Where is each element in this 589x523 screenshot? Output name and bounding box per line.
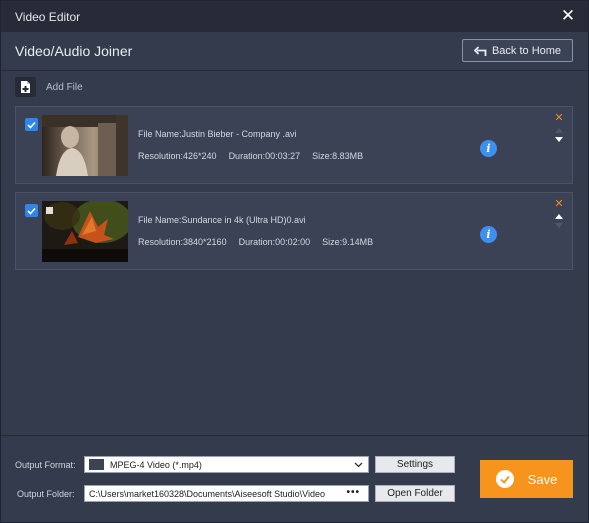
file-resolution: Resolution:426*240 bbox=[138, 151, 217, 161]
settings-label: Settings bbox=[396, 459, 434, 470]
window-title: Video Editor bbox=[15, 10, 81, 24]
add-file-icon bbox=[15, 77, 36, 97]
file-duration: Duration:00:02:00 bbox=[238, 237, 311, 247]
move-up-icon[interactable] bbox=[554, 212, 564, 220]
video-thumbnail bbox=[42, 201, 128, 262]
open-folder-label: Open Folder bbox=[387, 488, 443, 499]
output-folder-value: C:\Users\market160328\Documents\Aiseesof… bbox=[89, 488, 325, 499]
file-resolution: Resolution:3840*2160 bbox=[138, 237, 227, 247]
file-size: Size:9.14MB bbox=[322, 237, 374, 247]
move-down-icon bbox=[555, 223, 563, 228]
file-size: Size:8.83MB bbox=[312, 151, 364, 161]
footer-divider bbox=[1, 435, 588, 436]
file-item: File Name:Sundance in 4k (Ultra HD)0.avi… bbox=[15, 192, 573, 270]
header-divider bbox=[1, 70, 588, 71]
add-file-button[interactable]: Add File bbox=[15, 77, 83, 97]
file-duration: Duration:00:03:27 bbox=[228, 151, 301, 161]
file-name: File Name:Justin Bieber - Company .avi bbox=[138, 129, 297, 139]
close-icon[interactable]: ✕ bbox=[558, 6, 578, 26]
file-item: File Name:Justin Bieber - Company .avi R… bbox=[15, 106, 573, 184]
output-folder-field[interactable]: C:\Users\market160328\Documents\Aiseesof… bbox=[84, 485, 369, 502]
video-format-icon bbox=[89, 459, 104, 470]
output-folder-label: Output Folder: bbox=[17, 489, 75, 499]
output-format-value: MPEG-4 Video (*.mp4) bbox=[110, 459, 202, 470]
save-button[interactable]: Save bbox=[480, 460, 573, 498]
info-icon[interactable]: i bbox=[480, 140, 497, 157]
file-meta: Resolution:3840*2160 Duration:00:02:00 S… bbox=[138, 237, 373, 247]
file-meta: Resolution:426*240 Duration:00:03:27 Siz… bbox=[138, 151, 363, 161]
add-file-label: Add File bbox=[46, 81, 83, 93]
video-thumbnail bbox=[42, 115, 128, 176]
move-down-icon[interactable] bbox=[554, 136, 564, 144]
back-to-home-button[interactable]: Back to Home bbox=[462, 39, 573, 62]
save-label: Save bbox=[527, 471, 558, 487]
back-arrow-icon bbox=[473, 45, 487, 56]
video-editor-window: Video Editor ✕ Video/Audio Joiner Back t… bbox=[0, 0, 589, 523]
page-title: Video/Audio Joiner bbox=[15, 43, 133, 59]
output-format-label: Output Format: bbox=[15, 460, 76, 470]
remove-icon[interactable]: ✕ bbox=[554, 199, 564, 210]
file-name: File Name:Sundance in 4k (Ultra HD)0.avi bbox=[138, 215, 306, 225]
file-checkbox[interactable] bbox=[25, 204, 38, 217]
output-format-select[interactable]: MPEG-4 Video (*.mp4) bbox=[84, 456, 369, 473]
browse-folder-icon[interactable]: ••• bbox=[346, 487, 360, 498]
check-circle-icon bbox=[495, 470, 514, 488]
back-to-home-label: Back to Home bbox=[491, 44, 562, 57]
settings-button[interactable]: Settings bbox=[375, 456, 455, 473]
remove-icon[interactable]: ✕ bbox=[554, 113, 564, 124]
move-up-icon bbox=[555, 128, 563, 133]
info-icon[interactable]: i bbox=[480, 226, 497, 243]
file-checkbox[interactable] bbox=[25, 118, 38, 131]
title-bar: Video Editor ✕ bbox=[1, 1, 588, 32]
open-folder-button[interactable]: Open Folder bbox=[375, 485, 455, 502]
chevron-down-icon bbox=[354, 462, 363, 468]
